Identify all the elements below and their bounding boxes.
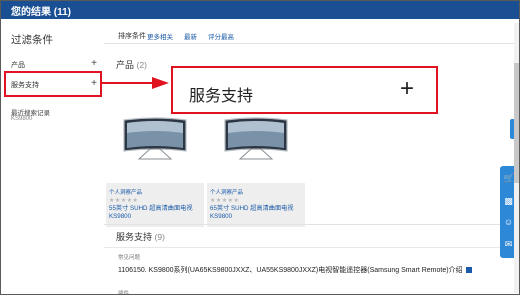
scrollbar[interactable] [514,23,519,293]
sort-bar: 排序条件 更多相关 最新 评分最高 [104,19,514,44]
products-section-title: 产品 (2) [116,58,147,71]
callout-arrow-shaft [102,82,154,84]
faq-label: 常见问题 [118,255,141,261]
service-filter-highlight-box [4,71,102,97]
support-agent-icon[interactable]: ☺ [503,216,514,228]
zoomed-service-filter: 服务支持 + [171,66,438,114]
product-category: 个人洞察产品 [210,190,244,196]
curved-tv-image[interactable] [207,111,305,167]
product-card-details: 个人洞察产品 ★★★★★ 55英寸 SUHD 超高清曲面电视 KS9800 [106,183,204,227]
cart-icon[interactable]: 🛒 [503,172,514,184]
results-header: 您的结果 (11) [1,1,519,19]
recent-search-item[interactable]: KS9800 [11,116,32,122]
service-title: 服务支持 [116,232,153,242]
service-section: 服务支持 (9) 常见问题 1106150. KS9800系列(UA65KS98… [104,224,514,295]
service-count: (9) [154,232,165,242]
curved-tv-image[interactable] [106,111,204,167]
callout-arrow-head [152,77,169,89]
sort-option-newest[interactable]: 最新 [184,31,197,41]
chat-icon[interactable]: ✉ [503,238,514,250]
faq-result[interactable]: 1106150. KS9800系列(UA65KS9800JXXZ、UA55KS9… [118,265,472,275]
filter-item-label: 产品 [11,62,25,69]
product-name-link[interactable]: 65英寸 SUHD 超高清曲面电视 KS9800 [210,205,302,221]
scrollbar-thumb[interactable] [514,63,519,183]
faq-link-text[interactable]: 1106150. KS9800系列(UA65KS9800JXXZ、UA55KS9… [118,267,463,274]
gift-icon[interactable]: ▩ [503,195,514,207]
service-section-title: 服务支持 (9) [116,230,165,243]
zoomed-plus-icon: + [399,75,414,102]
sort-label: 排序条件 [118,33,146,40]
expand-plus-icon[interactable]: + [91,58,97,69]
plugin-label: 插件 [118,291,130,295]
rating-stars: ★★★★★ [210,198,240,204]
zoomed-filter-label: 服务支持 [189,88,254,105]
product-category: 个人洞察产品 [109,190,143,196]
product-name-link[interactable]: 55英寸 SUHD 超高清曲面电视 KS9800 [109,205,201,221]
divider [104,247,514,248]
search-results-page: 您的结果 (11) 过滤条件 产品 + 服务支持 + 最近搜索记录 KS9800… [0,0,520,295]
product-card-details: 个人洞察产品 ★★★★★ 65英寸 SUHD 超高清曲面电视 KS9800 [207,183,305,227]
products-title: 产品 [116,60,135,70]
filter-sidebar: 过滤条件 产品 + 服务支持 + 最近搜索记录 KS9800 [1,19,103,294]
new-window-icon [465,267,472,274]
results-main: 排序条件 更多相关 最新 评分最高 产品 (2) 个人洞察产品 ★★★★★ 55… [104,19,514,295]
sort-option-top-rated[interactable]: 评分最高 [208,31,234,41]
filter-title: 过滤条件 [11,34,53,46]
results-title: 您的结果 (11) [11,7,72,18]
sort-option-relevance[interactable]: 更多相关 [147,31,173,41]
products-count: (2) [136,60,147,70]
rating-stars: ★★★★★ [109,198,139,204]
